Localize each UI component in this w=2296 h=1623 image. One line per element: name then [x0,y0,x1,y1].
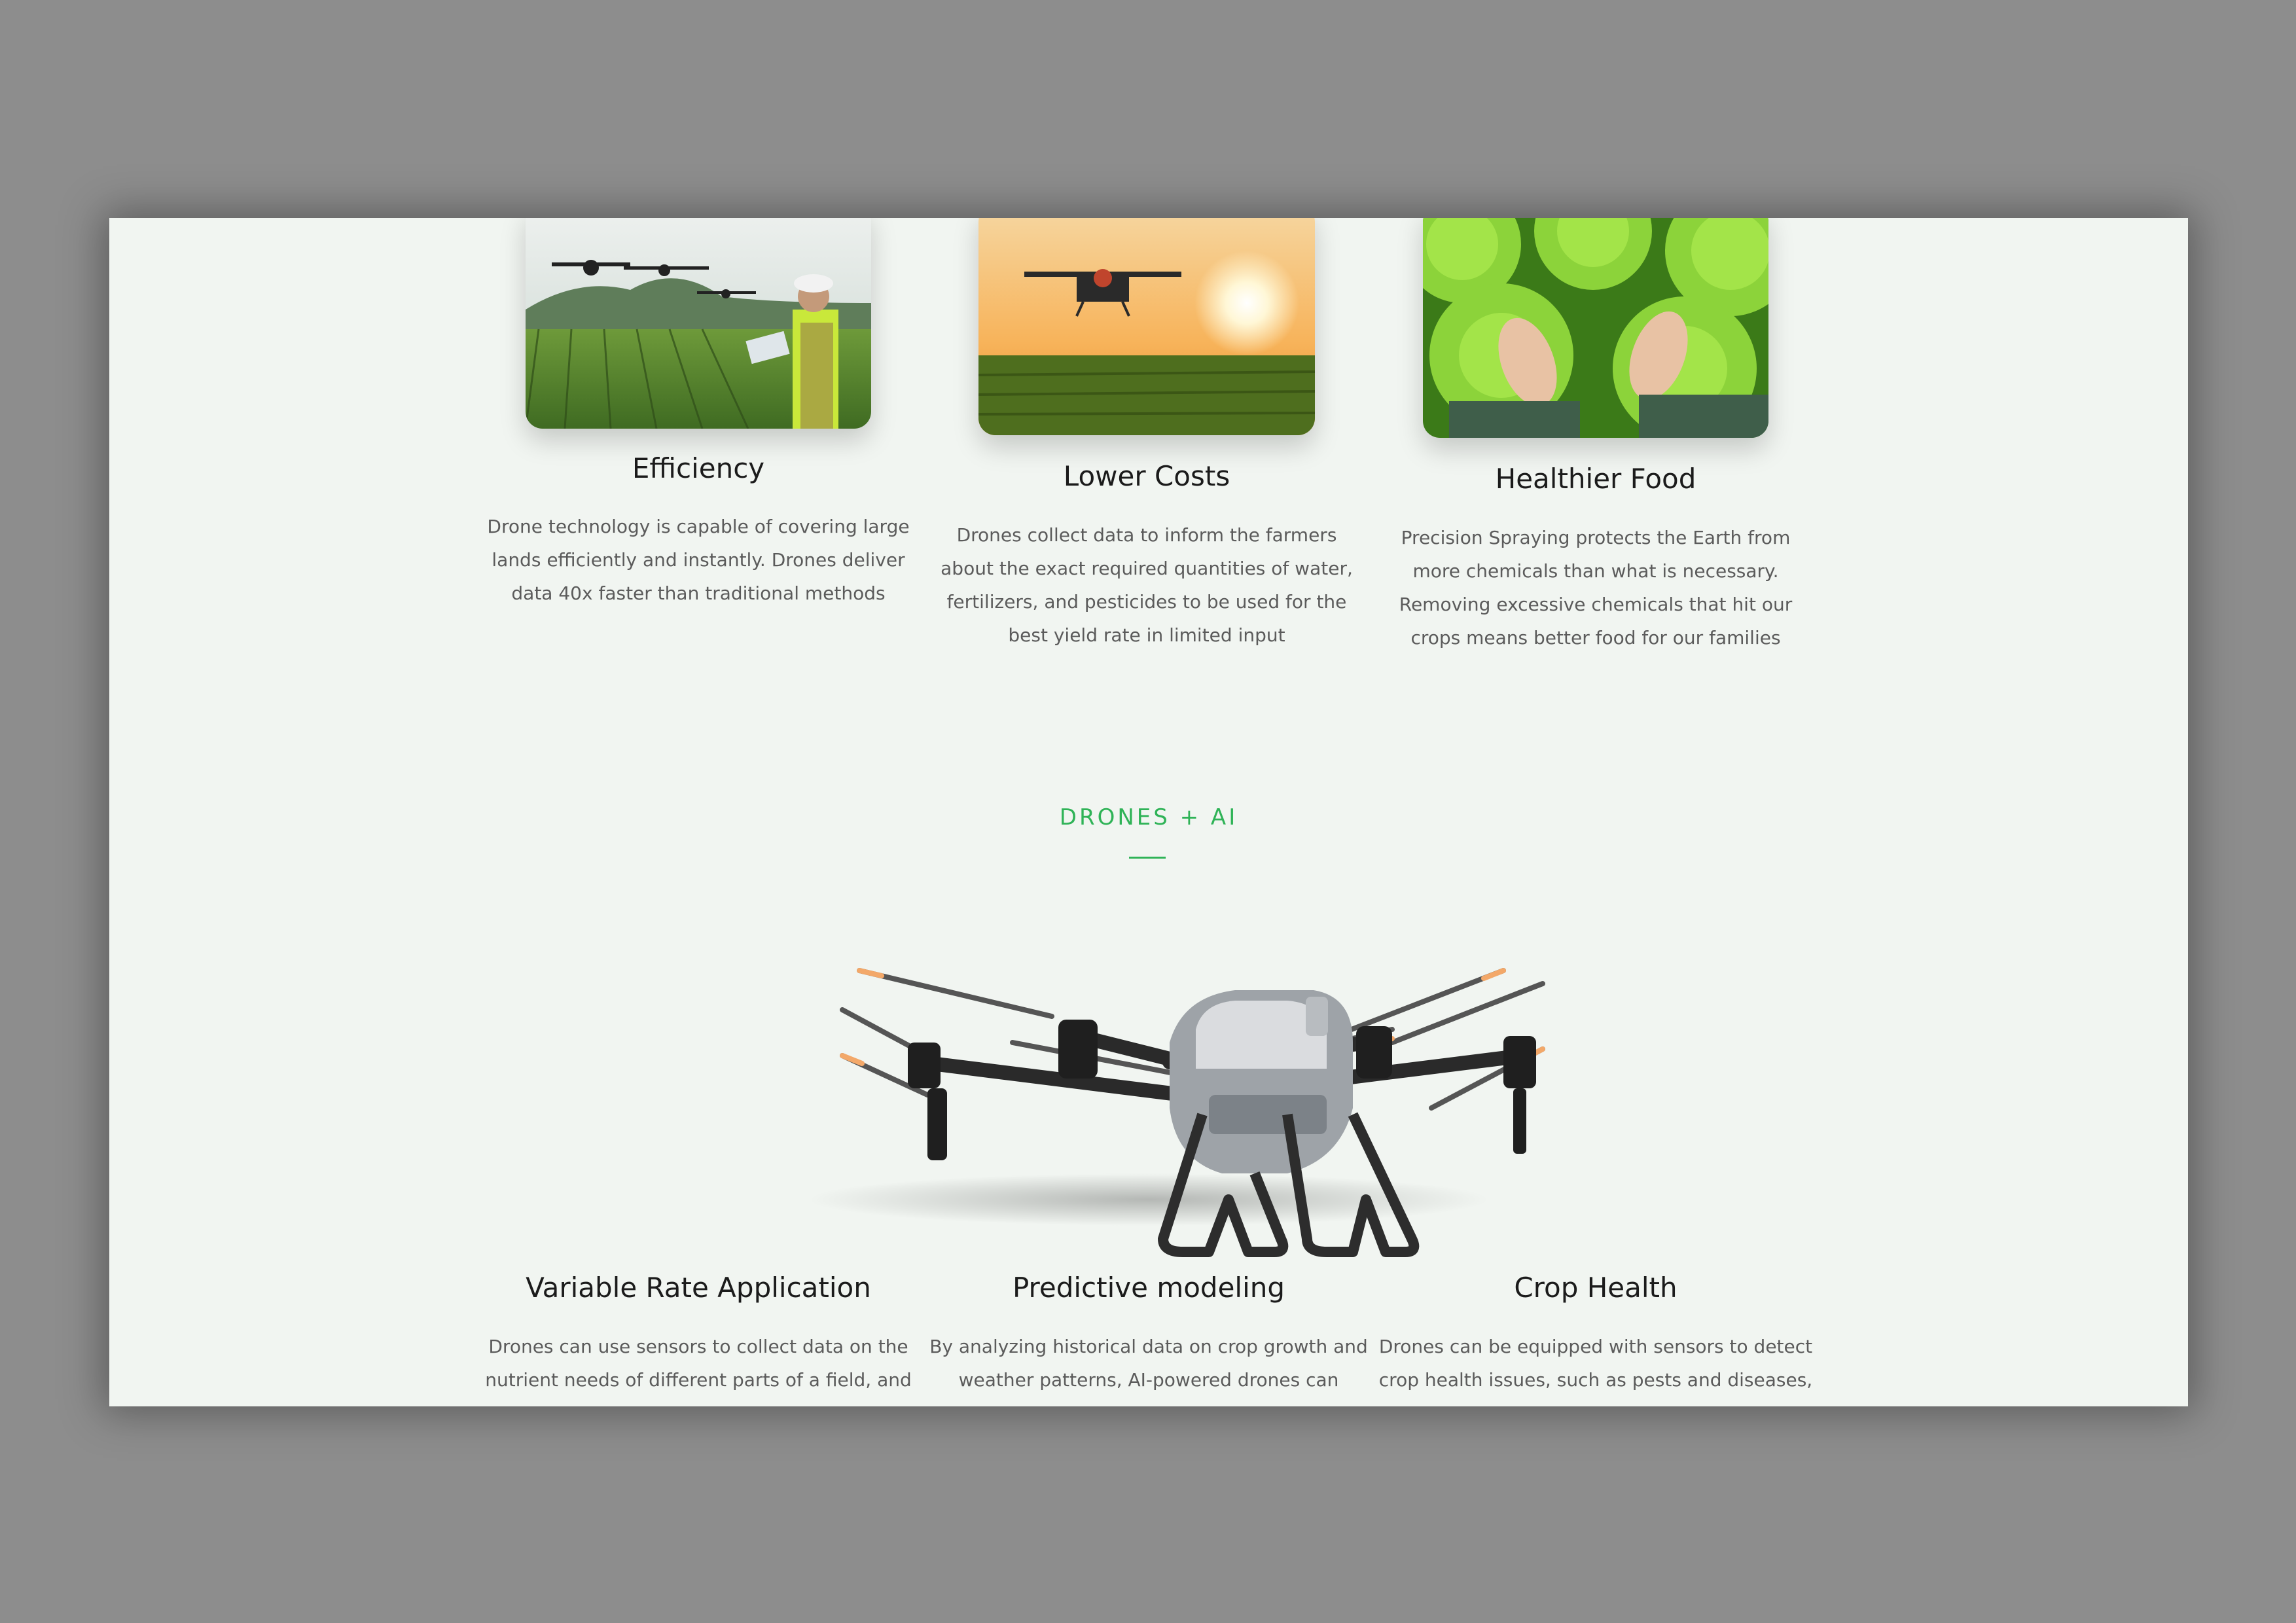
feature-title: Lower Costs [1063,460,1230,492]
ai-feature-description: By analyzing historical data on crop gro… [929,1336,1368,1391]
drone-sunset-field-image [978,218,1315,435]
feature-title: Healthier Food [1495,463,1696,495]
ai-feature-title: Predictive modeling [1012,1272,1285,1304]
feature-description: Drones collect data to inform the farmer… [941,524,1353,646]
ai-feature-title: Variable Rate Application [526,1272,871,1304]
feature-description: Precision Spraying protects the Earth fr… [1399,527,1793,649]
section-divider [1129,857,1166,859]
lettuce-hands-image [1423,218,1768,438]
feature-description: Drone technology is capable of covering … [487,516,910,604]
ai-feature-description: Drones can use sensors to collect data o… [485,1336,912,1391]
ai-feature-title: Crop Health [1514,1272,1677,1304]
drone-field-operator-image [526,218,871,429]
section-eyebrow: DRONES + AI [1059,804,1238,830]
page-viewport: Efficiency Drone technology is capable o… [109,218,2188,1406]
feature-title: Efficiency [632,452,765,484]
ai-feature-description: Drones can be equipped with sensors to d… [1378,1336,1813,1391]
